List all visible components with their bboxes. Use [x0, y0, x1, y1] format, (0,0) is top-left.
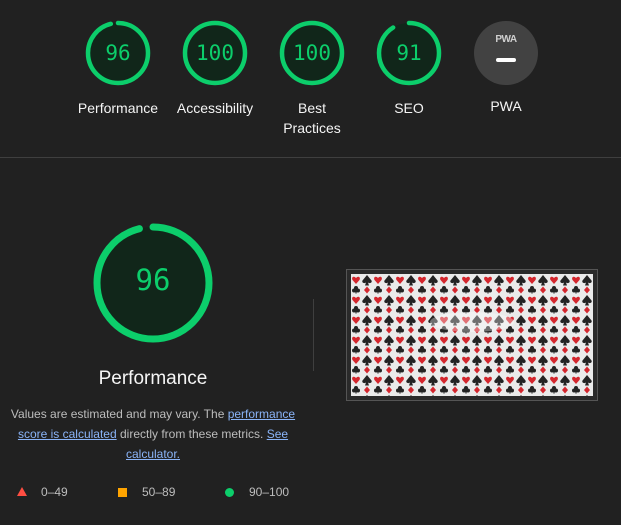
pwa-badge-icon: PWA: [474, 21, 538, 85]
performance-label: Performance: [77, 100, 159, 116]
category-seo[interactable]: 91 SEO: [354, 19, 464, 118]
category-performance[interactable]: 96 Performance: [63, 19, 173, 118]
vertical-separator: [313, 299, 314, 371]
performance-score: 96: [105, 41, 131, 65]
legend-pass-range: 90–100: [249, 485, 290, 499]
triangle-icon: [17, 487, 27, 496]
performance-main-title: Performance: [98, 368, 208, 389]
best-practices-gauge: 100: [278, 19, 346, 87]
accessibility-gauge: 100: [181, 19, 249, 87]
seo-score: 91: [396, 41, 422, 65]
pwa-badge-text: PWA: [495, 34, 517, 45]
section-divider: [0, 157, 621, 158]
category-scores-row: 96 Performance 100 Accessibility 100 Bes…: [0, 0, 621, 157]
best-practices-score: 100: [293, 41, 331, 65]
legend-fail-range: 0–49: [41, 485, 68, 499]
desc-intro-text: Values are estimated and may vary. The: [10, 407, 228, 421]
desc-middle-text: directly from these metrics.: [116, 427, 267, 441]
legend-average-range: 50–89: [142, 485, 176, 499]
pwa-label: PWA: [490, 98, 522, 114]
score-legend: 0–49 50–89 90–100: [0, 483, 320, 501]
playing-card-pattern-icon: [351, 274, 593, 396]
best-practices-label: Best Practices: [283, 100, 341, 136]
circle-icon: [225, 488, 234, 497]
performance-description: Values are estimated and may vary. The p…: [10, 404, 296, 464]
performance-gauge: 96: [84, 19, 152, 87]
lighthouse-report: 96 Performance 100 Accessibility 100 Bes…: [0, 0, 621, 525]
category-best-practices[interactable]: 100 Best Practices: [257, 19, 367, 138]
seo-gauge: 91: [375, 19, 443, 87]
category-pwa[interactable]: PWA PWA: [451, 19, 561, 116]
accessibility-score: 100: [196, 41, 234, 65]
category-accessibility[interactable]: 100 Accessibility: [160, 19, 270, 118]
final-screenshot-thumbnail[interactable]: [346, 269, 598, 401]
performance-main-gauge: 96: [92, 222, 214, 344]
performance-main-score: 96: [135, 263, 171, 297]
square-icon: [118, 488, 127, 497]
seo-label: SEO: [394, 100, 424, 116]
accessibility-label: Accessibility: [176, 100, 254, 116]
pwa-dash-icon: [496, 58, 516, 62]
